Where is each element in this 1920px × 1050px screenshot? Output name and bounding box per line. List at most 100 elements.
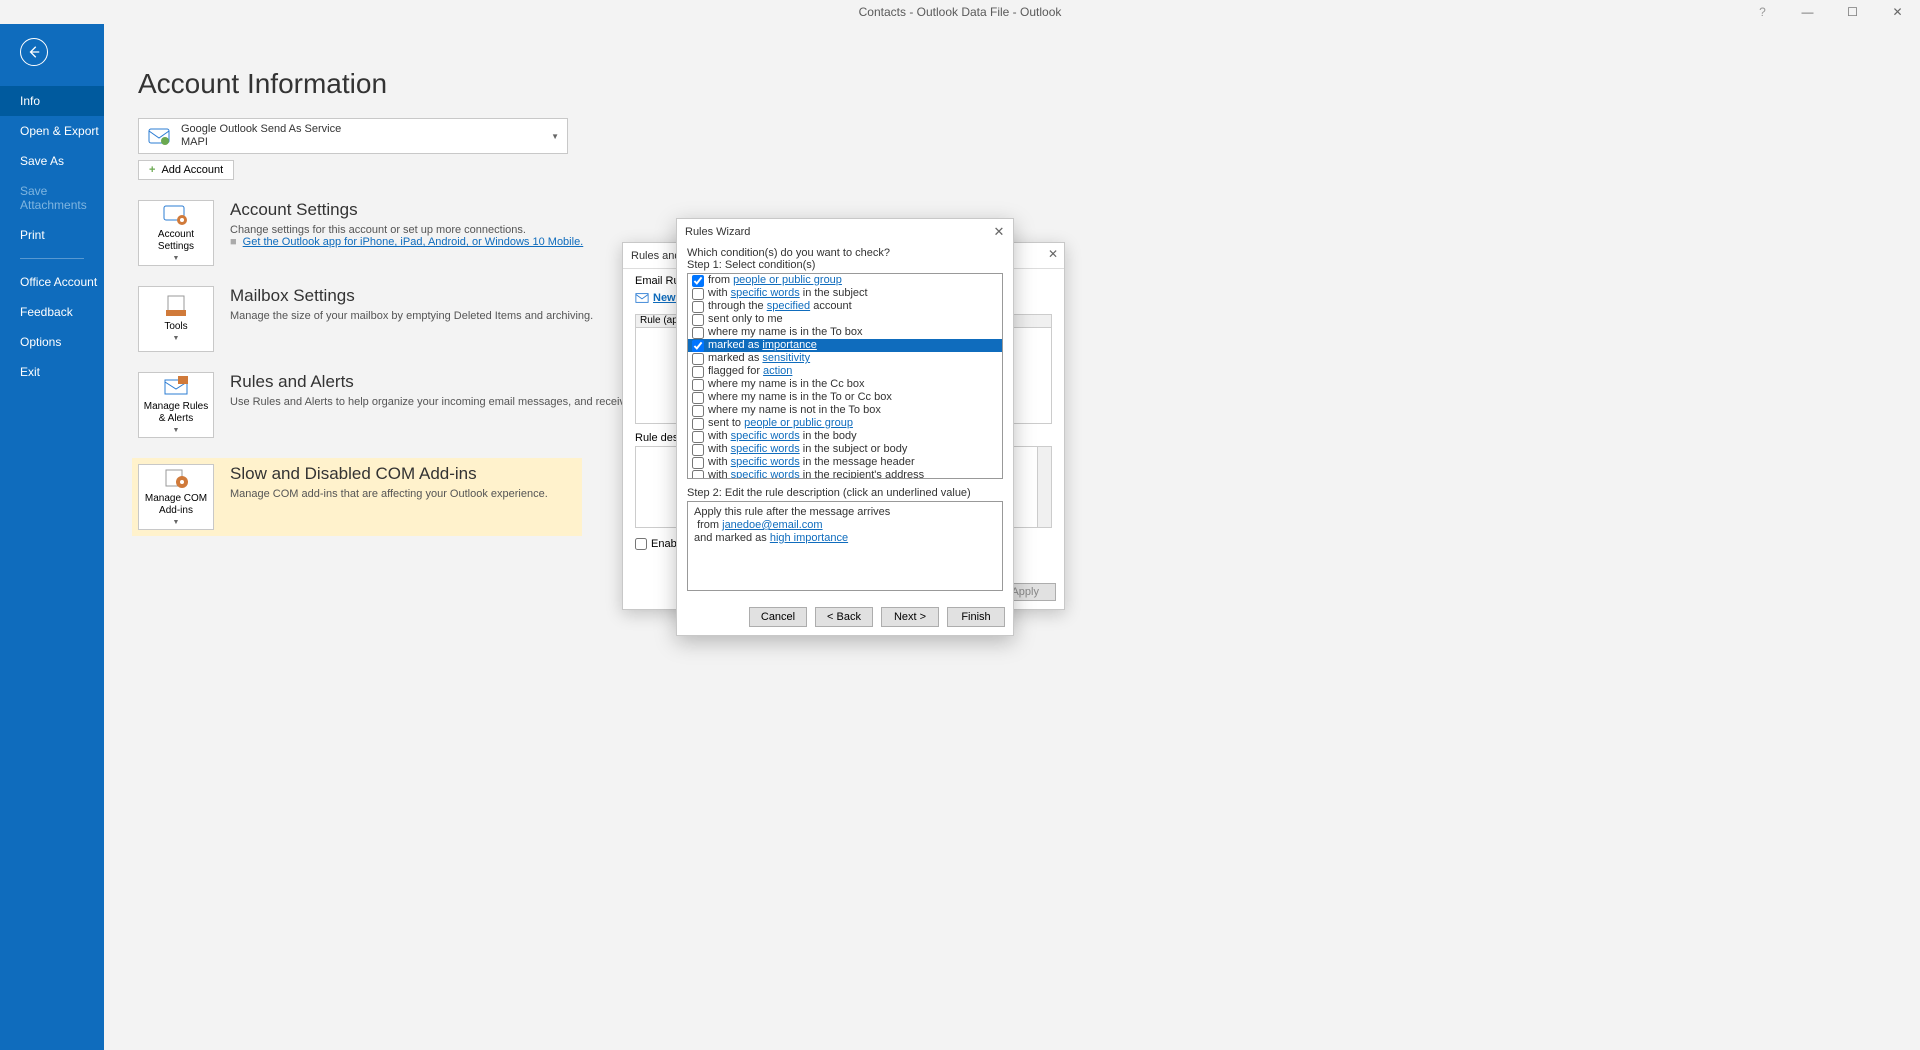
condition-row[interactable]: flagged for action: [688, 365, 1002, 378]
rule-description-editor[interactable]: Apply this rule after the message arrive…: [687, 501, 1003, 591]
condition-checkbox[interactable]: [692, 366, 704, 378]
sidebar-item-info[interactable]: Info: [0, 86, 104, 116]
add-account-button[interactable]: + Add Account: [138, 160, 234, 180]
condition-link[interactable]: specific words: [731, 469, 800, 479]
section-icon: [162, 466, 190, 490]
condition-row[interactable]: with specific words in the subject or bo…: [688, 443, 1002, 456]
chevron-down-icon: ▼: [173, 253, 180, 265]
condition-row[interactable]: from people or public group: [688, 274, 1002, 287]
condition-row[interactable]: where my name is not in the To box: [688, 404, 1002, 417]
condition-checkbox[interactable]: [692, 444, 704, 456]
page-title: Account Information: [138, 68, 1920, 100]
condition-checkbox[interactable]: [692, 470, 704, 480]
tools-button[interactable]: Tools ▼: [138, 286, 214, 352]
condition-row[interactable]: where my name is in the Cc box: [688, 378, 1002, 391]
section-body: Manage the size of your mailbox by empty…: [230, 310, 1920, 322]
next-button[interactable]: Next >: [881, 607, 939, 627]
condition-checkbox[interactable]: [692, 314, 704, 326]
conditions-list[interactable]: from people or public groupwith specific…: [687, 273, 1003, 479]
section-body: Change settings for this account or set …: [230, 224, 1920, 248]
condition-link[interactable]: specific words: [731, 430, 800, 442]
condition-link[interactable]: specified: [767, 300, 810, 312]
condition-link[interactable]: action: [763, 365, 792, 377]
minimize-button[interactable]: —: [1785, 0, 1830, 24]
scrollbar[interactable]: [1037, 447, 1051, 527]
close-icon[interactable]: ✕: [991, 224, 1007, 240]
condition-row[interactable]: with specific words in the subject: [688, 287, 1002, 300]
section-heading: Rules and Alerts: [230, 372, 1920, 392]
section-heading: Slow and Disabled COM Add-ins: [230, 464, 582, 484]
section-heading: Mailbox Settings: [230, 286, 1920, 306]
condition-checkbox[interactable]: [692, 288, 704, 300]
sidebar-item-options[interactable]: Options: [0, 327, 104, 357]
section-heading: Account Settings: [230, 200, 1920, 220]
condition-checkbox[interactable]: [692, 392, 704, 404]
sidebar-item-save-as[interactable]: Save As: [0, 146, 104, 176]
condition-checkbox[interactable]: [692, 418, 704, 430]
account-selector[interactable]: Google Outlook Send As Service MAPI ▼: [138, 118, 568, 154]
condition-checkbox[interactable]: [692, 457, 704, 469]
content-area: Account Information Google Outlook Send …: [104, 24, 1920, 1050]
account-settings-button[interactable]: Account Settings ▼: [138, 200, 214, 266]
condition-checkbox[interactable]: [692, 327, 704, 339]
finish-button[interactable]: Finish: [947, 607, 1005, 627]
app-link[interactable]: Get the Outlook app for iPhone, iPad, An…: [243, 236, 584, 248]
condition-link[interactable]: importance: [762, 339, 816, 351]
condition-row[interactable]: marked as importance: [688, 339, 1002, 352]
sidebar-item-office-account[interactable]: Office Account: [0, 267, 104, 297]
window-controls: ? — ☐ ✕: [1740, 0, 1920, 24]
plus-icon: +: [149, 164, 155, 176]
step2-label: Step 2: Edit the rule description (click…: [687, 487, 1003, 499]
condition-row[interactable]: with specific words in the message heade…: [688, 456, 1002, 469]
cancel-button[interactable]: Cancel: [749, 607, 807, 627]
condition-row[interactable]: where my name is in the To or Cc box: [688, 391, 1002, 404]
condition-checkbox[interactable]: [692, 353, 704, 365]
sidebar-item-exit[interactable]: Exit: [0, 357, 104, 387]
condition-checkbox[interactable]: [692, 405, 704, 417]
maximize-button[interactable]: ☐: [1830, 0, 1875, 24]
condition-checkbox[interactable]: [692, 301, 704, 313]
condition-checkbox[interactable]: [692, 340, 704, 352]
condition-checkbox[interactable]: [692, 275, 704, 287]
importance-value-link[interactable]: high importance: [770, 532, 848, 544]
close-button[interactable]: ✕: [1875, 0, 1920, 24]
condition-link[interactable]: specific words: [731, 287, 800, 299]
condition-link[interactable]: sensitivity: [762, 352, 810, 364]
section-body: Manage COM add-ins that are affecting yo…: [230, 488, 582, 500]
condition-row[interactable]: where my name is in the To box: [688, 326, 1002, 339]
condition-row[interactable]: with specific words in the body: [688, 430, 1002, 443]
section-body: Use Rules and Alerts to help organize yo…: [230, 396, 1920, 408]
window-title: Contacts - Outlook Data File - Outlook: [859, 5, 1062, 19]
wizard-title: Rules Wizard: [685, 226, 750, 238]
sidebar: InfoOpen & ExportSave AsSave Attachments…: [0, 24, 104, 1050]
condition-checkbox[interactable]: [692, 379, 704, 391]
chevron-down-icon: ▼: [173, 333, 180, 345]
enable-rules-checkbox[interactable]: [635, 538, 647, 550]
manage-com-add-ins-button[interactable]: Manage COM Add-ins ▼: [138, 464, 214, 530]
account-icon: [147, 124, 171, 148]
from-value-link[interactable]: janedoe@email.com: [722, 519, 822, 531]
sidebar-item-print[interactable]: Print: [0, 220, 104, 250]
condition-row[interactable]: sent to people or public group: [688, 417, 1002, 430]
account-name: Google Outlook Send As Service: [181, 123, 341, 136]
back-button[interactable]: [20, 38, 48, 66]
condition-row[interactable]: sent only to me: [688, 313, 1002, 326]
condition-link[interactable]: people or public group: [733, 274, 842, 286]
help-button[interactable]: ?: [1740, 0, 1785, 24]
close-icon[interactable]: ✕: [1048, 247, 1058, 261]
condition-link[interactable]: specific words: [731, 443, 800, 455]
condition-link[interactable]: people or public group: [744, 417, 853, 429]
condition-row[interactable]: through the specified account: [688, 300, 1002, 313]
add-account-label: Add Account: [161, 164, 223, 176]
back-button[interactable]: < Back: [815, 607, 873, 627]
condition-row[interactable]: with specific words in the recipient's a…: [688, 469, 1002, 479]
sidebar-item-open-export[interactable]: Open & Export: [0, 116, 104, 146]
wizard-question: Which condition(s) do you want to check?: [687, 247, 1003, 259]
section-icon: [162, 294, 190, 318]
manage-rules-alerts-button[interactable]: Manage Rules & Alerts ▼: [138, 372, 214, 438]
sidebar-item-feedback[interactable]: Feedback: [0, 297, 104, 327]
condition-checkbox[interactable]: [692, 431, 704, 443]
condition-link[interactable]: specific words: [731, 456, 800, 468]
condition-row[interactable]: marked as sensitivity: [688, 352, 1002, 365]
section-icon: [162, 374, 190, 398]
